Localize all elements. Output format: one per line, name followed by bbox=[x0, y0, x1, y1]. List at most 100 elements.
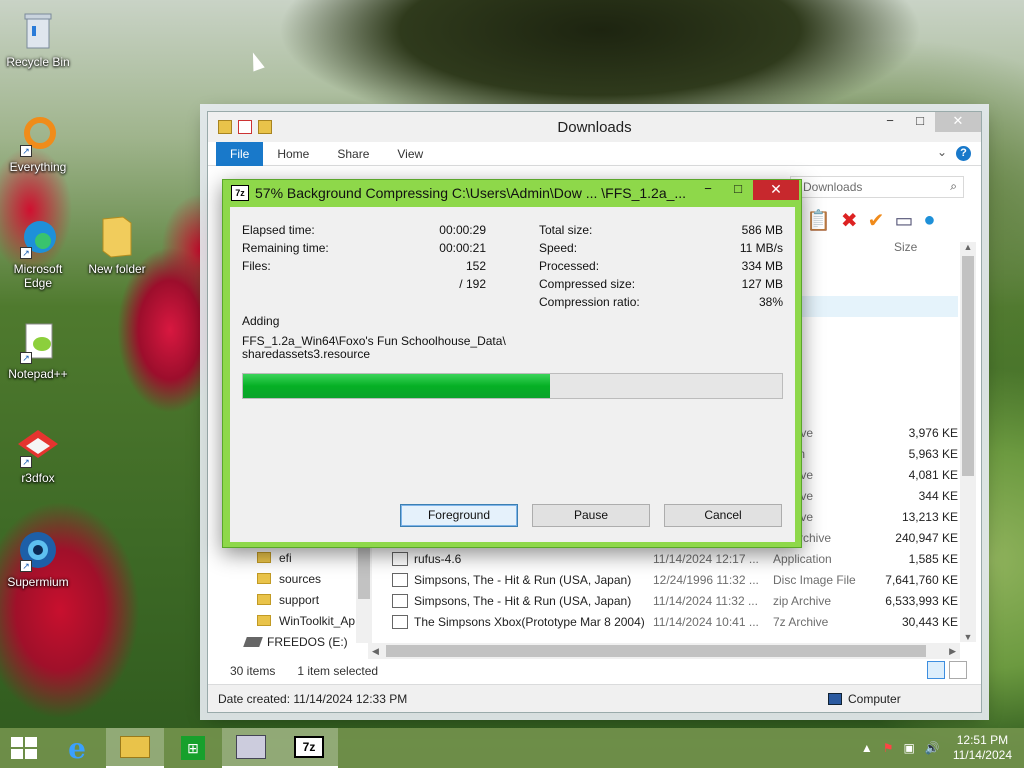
dialog-maximize-button[interactable]: □ bbox=[723, 180, 753, 200]
close-button[interactable]: ✕ bbox=[935, 112, 981, 132]
dialog-close-button[interactable]: ✕ bbox=[753, 180, 799, 200]
taskbar-file-explorer[interactable] bbox=[106, 728, 164, 768]
taskbar-performance-monitor[interactable] bbox=[222, 728, 280, 768]
system-tray: ▲ ⚑ ▣ 🔊 12:51 PM 11/14/2024 bbox=[856, 728, 1024, 768]
nav-item-efi[interactable]: efi bbox=[223, 547, 363, 568]
dialog-title: 57% Background Compressing C:\Users\Admi… bbox=[255, 185, 687, 201]
help-icon[interactable]: ? bbox=[956, 146, 971, 161]
tab-view[interactable]: View bbox=[383, 142, 437, 166]
compress-progress-dialog: 7z 57% Background Compressing C:\Users\A… bbox=[222, 179, 802, 548]
7zip-icon: 7z bbox=[231, 185, 249, 201]
file-icon bbox=[392, 593, 408, 608]
network-icon[interactable]: ▣ bbox=[904, 741, 915, 755]
large-icons-view-button[interactable] bbox=[949, 661, 967, 679]
tray-expand-icon[interactable]: ▲ bbox=[861, 741, 873, 755]
search-input[interactable]: Downloads ⌕ bbox=[790, 176, 964, 198]
status-bar: 30 items 1 item selected bbox=[208, 660, 981, 682]
folder-icon bbox=[257, 552, 271, 563]
command-toolbar: 📋 ✖ ✔ ▭ ● bbox=[806, 208, 935, 233]
recycle-bin-icon bbox=[16, 8, 60, 52]
nav-item-freedos-drive[interactable]: FREEDOS (E:) bbox=[223, 631, 363, 652]
windows-logo-icon bbox=[11, 737, 37, 759]
chat-icon[interactable]: ● bbox=[923, 209, 935, 232]
file-size: 7,641,760 KE bbox=[885, 572, 958, 587]
file-date: 11/14/2024 11:32 ... bbox=[653, 593, 758, 608]
nav-item-support[interactable]: support bbox=[223, 589, 363, 610]
nav-item-wintoolkit[interactable]: WinToolkit_Ap bbox=[223, 610, 363, 631]
table-row[interactable]: The Simpsons Xbox(Prototype Mar 8 2004) 1… bbox=[368, 611, 958, 632]
delete-icon[interactable]: ✖ bbox=[841, 208, 858, 233]
computer-icon bbox=[828, 692, 842, 705]
scroll-down-icon[interactable]: ▼ bbox=[960, 632, 976, 642]
chevron-down-icon[interactable]: ⌄ bbox=[937, 145, 947, 159]
compressed-size-label: Compressed size: bbox=[539, 277, 636, 291]
clipboard-icon[interactable]: 📋 bbox=[806, 208, 831, 233]
nav-item-label: sources bbox=[279, 571, 322, 586]
vertical-scrollbar[interactable]: ▲ ▼ bbox=[960, 242, 976, 642]
table-row[interactable]: Simpsons, The - Hit & Run (USA, Japan) 12… bbox=[368, 569, 958, 590]
adding-label: Adding bbox=[242, 314, 280, 328]
desktop-icon-edge[interactable]: ↗ Microsoft Edge bbox=[0, 215, 76, 290]
minimize-button[interactable]: − bbox=[875, 112, 905, 132]
adding-file: sharedassets3.resource bbox=[242, 347, 371, 361]
desktop-icon-recycle-bin[interactable]: Recycle Bin bbox=[0, 8, 76, 69]
details-view-button[interactable] bbox=[927, 661, 945, 679]
file-size: 13,213 KE bbox=[901, 509, 958, 524]
search-icon: ⌕ bbox=[950, 179, 957, 193]
tab-home[interactable]: Home bbox=[263, 142, 323, 166]
horizontal-scrollbar[interactable]: ◀ ▶ bbox=[368, 643, 960, 659]
compression-ratio-value: 38% bbox=[758, 295, 783, 309]
file-icon bbox=[392, 551, 408, 566]
drive-icon bbox=[243, 636, 263, 647]
selection-count: 1 item selected bbox=[297, 664, 379, 678]
action-center-icon[interactable]: ⚑ bbox=[883, 741, 894, 755]
folder-icon bbox=[257, 573, 271, 584]
scroll-thumb[interactable] bbox=[962, 256, 974, 476]
maximize-button[interactable]: □ bbox=[905, 112, 935, 132]
cancel-button[interactable]: Cancel bbox=[664, 504, 782, 527]
remaining-value: 00:00:21 bbox=[439, 241, 486, 255]
desktop-icon-r3dfox[interactable]: ↗ r3dfox bbox=[0, 424, 76, 485]
checkmark-icon[interactable]: ✔ bbox=[868, 208, 885, 233]
desktop-icon-new-folder[interactable]: New folder bbox=[79, 215, 155, 276]
taskbar-store[interactable]: ⊞ bbox=[164, 728, 222, 768]
desktop-icon-supermium[interactable]: ↗ Supermium bbox=[0, 528, 76, 589]
foreground-button[interactable]: Foreground bbox=[400, 504, 518, 527]
tab-file[interactable]: File bbox=[216, 141, 264, 166]
desktop-icon-notepad-plus-plus[interactable]: ↗ Notepad++ bbox=[0, 320, 76, 381]
table-row[interactable]: rufus-4.6 11/14/2024 12:17 ... Application… bbox=[368, 548, 958, 569]
column-header-size[interactable]: Size bbox=[894, 240, 917, 254]
file-size: 30,443 KE bbox=[901, 614, 958, 629]
nav-item-sources[interactable]: sources bbox=[223, 568, 363, 589]
file-size: 6,533,993 KE bbox=[885, 593, 958, 608]
scroll-up-icon[interactable]: ▲ bbox=[960, 242, 976, 252]
total-size-label: Total size: bbox=[539, 223, 593, 237]
file-name: Simpsons, The - Hit & Run (USA, Japan) bbox=[414, 572, 632, 587]
taskbar-internet-explorer[interactable]: e bbox=[48, 728, 106, 768]
scroll-right-icon[interactable]: ▶ bbox=[949, 643, 956, 659]
desktop-icon-everything[interactable]: ↗ Everything bbox=[0, 113, 76, 174]
pause-button[interactable]: Pause bbox=[532, 504, 650, 527]
table-row[interactable]: Simpsons, The - Hit & Run (USA, Japan) 11… bbox=[368, 590, 958, 611]
item-count: 30 items bbox=[230, 664, 276, 678]
rename-icon[interactable]: ▭ bbox=[894, 208, 913, 233]
file-explorer-icon bbox=[120, 736, 150, 758]
file-size: 3,976 KE bbox=[908, 425, 958, 440]
remaining-label: Remaining time: bbox=[242, 241, 329, 255]
scroll-left-icon[interactable]: ◀ bbox=[372, 643, 379, 659]
file-date: 12/24/1996 11:32 ... bbox=[653, 572, 759, 587]
explorer-titlebar[interactable]: Downloads − □ ✕ bbox=[208, 112, 981, 142]
tab-share[interactable]: Share bbox=[323, 142, 383, 166]
scroll-thumb[interactable] bbox=[386, 645, 926, 657]
r3dfox-icon: ↗ bbox=[16, 424, 60, 468]
clock[interactable]: 12:51 PM 11/14/2024 bbox=[953, 733, 1012, 763]
folder-icon bbox=[257, 615, 271, 626]
dialog-titlebar[interactable]: 7z 57% Background Compressing C:\Users\A… bbox=[223, 180, 801, 206]
files-total: / 192 bbox=[459, 277, 486, 291]
mouse-cursor bbox=[247, 50, 265, 72]
file-size: 1,585 KE bbox=[908, 551, 958, 566]
taskbar-7zip[interactable]: 7z bbox=[280, 728, 338, 768]
dialog-minimize-button[interactable]: − bbox=[693, 180, 723, 200]
volume-icon[interactable]: 🔊 bbox=[925, 741, 940, 755]
start-button[interactable] bbox=[0, 728, 48, 768]
